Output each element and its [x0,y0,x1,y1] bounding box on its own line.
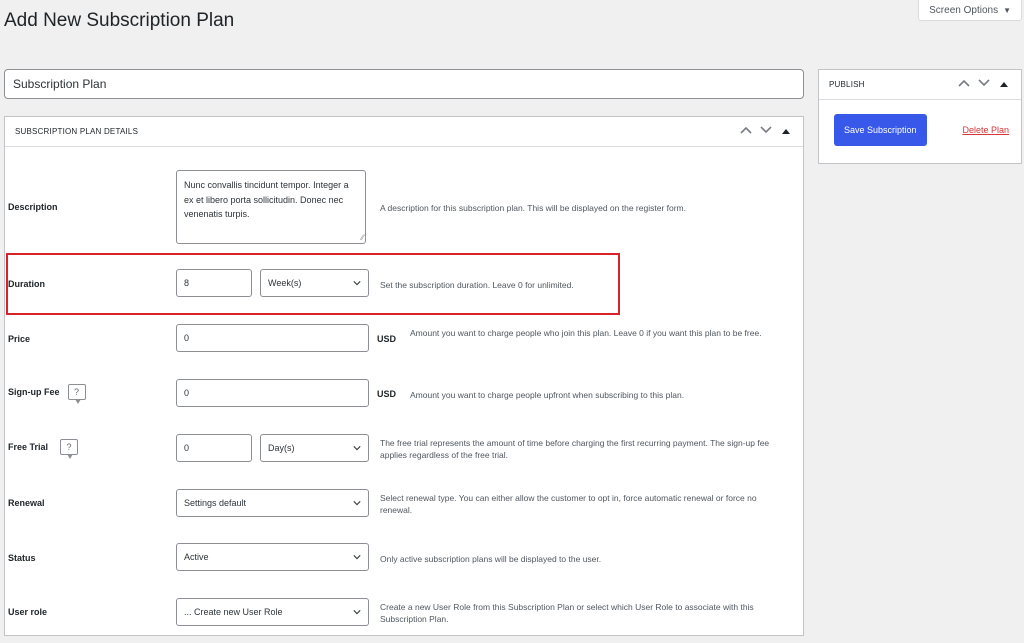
signup-fee-label: Sign-up Fee ? [8,384,86,404]
select-chevron-icon [353,446,361,451]
collapse-arrow-icon[interactable] [779,126,793,137]
free-trial-label-text: Free Trial [8,442,49,452]
chevron-down-icon[interactable] [977,79,991,90]
details-box-title: SUBSCRIPTION PLAN DETAILS [15,127,139,136]
user-role-help: Create a new User Role from this Subscri… [380,602,754,624]
free-trial-unit-value: Day(s) [268,443,295,453]
signup-fee-label-text: Sign-up Fee [8,387,60,397]
screen-options-button[interactable]: Screen Options ▼ [918,0,1022,21]
price-input[interactable]: 0 [176,324,369,352]
price-label: Price [8,334,30,344]
description-help: A description for this subscription plan… [380,203,686,213]
status-help: Only active subscription plans will be d… [380,554,602,564]
help-icon[interactable]: ? [60,439,79,459]
description-label: Description [8,202,58,212]
select-chevron-icon [353,610,361,615]
description-text: Nunc convallis tincidunt tempor. Integer… [184,180,349,219]
free-trial-input[interactable]: 0 [176,434,252,462]
publish-actions: Save Subscription Delete Plan [819,100,1021,146]
user-role-label: User role [8,607,47,617]
publish-box: PUBLISH Save Subscription Delete Plan [818,69,1022,164]
save-subscription-button[interactable]: Save Subscription [834,114,927,146]
publish-box-title: PUBLISH [829,80,865,89]
signup-fee-help: Amount you want to charge people upfront… [410,390,685,400]
price-currency: USD [377,334,397,344]
delete-plan-link[interactable]: Delete Plan [962,125,1009,135]
renewal-label: Renewal [8,498,45,508]
plan-title-input[interactable]: Subscription Plan [4,69,804,99]
select-chevron-icon [353,501,361,506]
description-textarea[interactable]: Nunc convallis tincidunt tempor. Integer… [176,170,366,244]
description-label-text: Description [8,202,58,212]
renewal-label-text: Renewal [8,498,45,508]
free-trial-help: The free trial represents the amount of … [380,438,770,460]
chevron-up-icon[interactable] [957,79,971,90]
box-handle-actions [957,79,1011,90]
screen-options-label: Screen Options [929,4,999,16]
price-help: Amount you want to charge people who joi… [410,328,762,338]
chevron-down-icon[interactable] [759,126,773,137]
signup-fee-input[interactable]: 0 [176,379,369,407]
free-trial-unit-select[interactable]: Day(s) [260,434,369,462]
publish-box-header: PUBLISH [819,70,1021,100]
details-box-header: SUBSCRIPTION PLAN DETAILS [5,117,803,147]
page-title: Add New Subscription Plan [4,10,235,31]
user-role-value: ... Create new User Role [184,607,283,617]
renewal-help: Select renewal type. You can either allo… [380,493,757,515]
status-label: Status [8,553,36,563]
select-chevron-icon [353,555,361,560]
help-icon[interactable]: ? [67,384,86,404]
chevron-up-icon[interactable] [739,126,753,137]
renewal-select[interactable]: Settings default [176,489,369,517]
free-trial-label: Free Trial ? [8,439,79,459]
renewal-value: Settings default [184,498,247,508]
collapse-arrow-icon[interactable] [997,79,1011,90]
status-value: Active [184,552,209,562]
price-label-text: Price [8,334,31,344]
status-select[interactable]: Active [176,543,369,571]
user-role-label-text: User role [8,607,48,617]
user-role-select[interactable]: ... Create new User Role [176,598,369,626]
caret-down-icon: ▼ [1003,5,1011,15]
signup-fee-currency: USD [377,389,397,399]
box-handle-actions [739,126,793,137]
status-label-text: Status [8,553,36,563]
resize-grip-icon[interactable]: ∕∕ [361,234,364,242]
duration-highlight-box [6,253,620,315]
